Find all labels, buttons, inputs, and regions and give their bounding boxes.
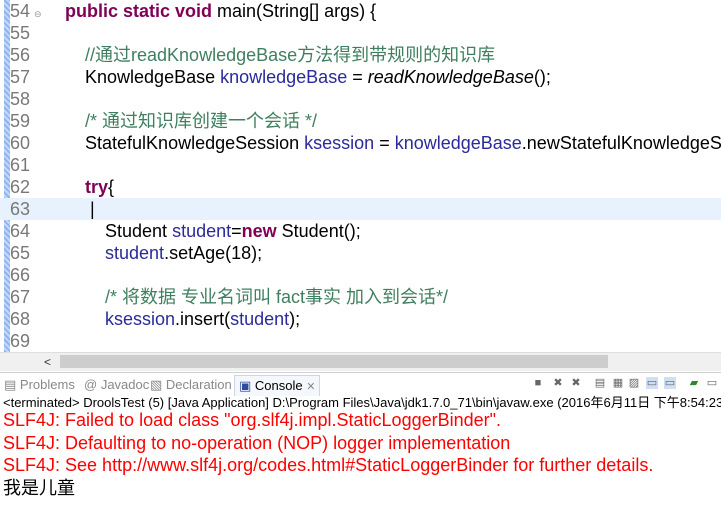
line-number: 61 xyxy=(10,155,31,175)
line-number: 69 xyxy=(10,331,31,351)
code-line[interactable]: 69 xyxy=(0,330,721,352)
tab-console[interactable]: ▣ Console ✕ xyxy=(234,375,321,396)
line-number: 64 xyxy=(10,221,31,241)
code-line[interactable]: 59 /* 通过知识库创建一个会话 */ xyxy=(0,110,721,132)
console-icon: ▣ xyxy=(239,378,252,393)
code-line[interactable]: 57 KnowledgeBase knowledgeBase = readKno… xyxy=(0,66,721,88)
code-line[interactable]: 62 try{ xyxy=(0,176,721,198)
scroll-left-icon[interactable]: < xyxy=(44,353,51,371)
tab-problems[interactable]: ▤ Problems xyxy=(4,375,75,395)
code-line[interactable]: 56 //通过readKnowledgeBase方法得到带规则的知识库 xyxy=(0,44,721,66)
code-line[interactable]: 68 ksession.insert(student); xyxy=(0,308,721,330)
console-line: SLF4J: Defaulting to no-operation (NOP) … xyxy=(3,432,511,453)
code-text: /* 将数据 专业名词叫 fact事实 加入到会话*/ xyxy=(105,287,449,307)
close-icon[interactable]: ✕ xyxy=(306,381,315,393)
problems-icon: ▤ xyxy=(4,377,17,392)
view-tabs: ▤ Problems @ Javadoc ▧ Declaration ▣ Con… xyxy=(0,372,721,396)
code-text: StatefulKnowledgeSession ksession = know… xyxy=(45,133,721,153)
code-line[interactable]: 60 StatefulKnowledgeSession ksession = k… xyxy=(0,132,721,154)
console-line: SLF4J: See http://www.slf4j.org/codes.ht… xyxy=(3,455,654,475)
code-line[interactable]: 65 student.setAge(18); xyxy=(0,242,721,264)
line-number: 68 xyxy=(10,309,31,329)
line-number: 62 xyxy=(10,177,31,197)
code-text: ksession.insert(student); xyxy=(105,309,301,329)
code-text: try{ xyxy=(85,177,115,197)
tab-declaration[interactable]: ▧ Declaration xyxy=(150,375,232,395)
code-text: public static void main(String[] args) { xyxy=(65,1,377,21)
at-icon: @ xyxy=(84,377,98,392)
code-text: KnowledgeBase knowledgeBase = readKnowle… xyxy=(45,67,551,87)
remove-all-icon[interactable]: ✖ xyxy=(570,377,582,389)
line-number: 59 xyxy=(10,111,31,131)
line-number: 54 xyxy=(10,1,31,21)
code-line[interactable]: 54 ⊖ public static void main(String[] arg… xyxy=(0,0,721,22)
line-number: 63 xyxy=(10,199,31,219)
line-number: 66 xyxy=(10,265,31,285)
line-number: 57 xyxy=(10,67,31,87)
code-text: student.setAge(18); xyxy=(105,243,263,263)
console-line: 我是儿童 xyxy=(3,477,75,498)
terminate-icon[interactable]: ■ xyxy=(532,377,544,389)
scrollbar-thumb[interactable] xyxy=(60,355,608,368)
word-wrap-icon[interactable]: ▨ xyxy=(628,377,640,389)
line-number: 65 xyxy=(10,243,31,263)
open-console-icon[interactable]: ▰ xyxy=(688,377,700,389)
line-number: 60 xyxy=(10,133,31,153)
code-text: | xyxy=(45,199,95,219)
code-line[interactable]: 55 xyxy=(0,22,721,44)
line-number: 56 xyxy=(10,45,31,65)
line-number: 67 xyxy=(10,287,31,307)
code-line[interactable]: 58 xyxy=(0,88,721,110)
scroll-lock-icon[interactable]: ▦ xyxy=(612,377,624,389)
line-number: 58 xyxy=(10,89,31,109)
clear-console-icon[interactable]: ▤ xyxy=(594,377,606,389)
line-number: 55 xyxy=(10,23,31,43)
code-text: Student student=new Student(); xyxy=(45,221,361,241)
code-line[interactable]: 61 xyxy=(0,154,721,176)
display-console-icon[interactable]: ▭ xyxy=(706,377,718,389)
remove-launch-icon[interactable]: ✖ xyxy=(552,377,564,389)
code-line[interactable]: 67 /* 将数据 专业名词叫 fact事实 加入到会话*/ xyxy=(0,286,721,308)
code-line[interactable]: 64 Student student=new Student(); xyxy=(0,220,721,242)
code-line[interactable]: 66 xyxy=(0,264,721,286)
code-editor[interactable]: 54 ⊖ public static void main(String[] arg… xyxy=(0,0,721,372)
horizontal-scrollbar[interactable]: < xyxy=(0,352,721,371)
code-line[interactable]: 63 | xyxy=(0,198,721,220)
show-on-stderr-icon[interactable]: ▭ xyxy=(664,377,676,389)
tab-javadoc[interactable]: @ Javadoc xyxy=(84,375,149,395)
code-text: /* 通过知识库创建一个会话 */ xyxy=(85,111,318,131)
console-line: SLF4J: Failed to load class "org.slf4j.i… xyxy=(3,410,502,430)
code-text: //通过readKnowledgeBase方法得到带规则的知识库 xyxy=(85,45,496,65)
show-on-stdout-icon[interactable]: ▭ xyxy=(646,377,658,389)
declaration-icon: ▧ xyxy=(150,377,163,392)
